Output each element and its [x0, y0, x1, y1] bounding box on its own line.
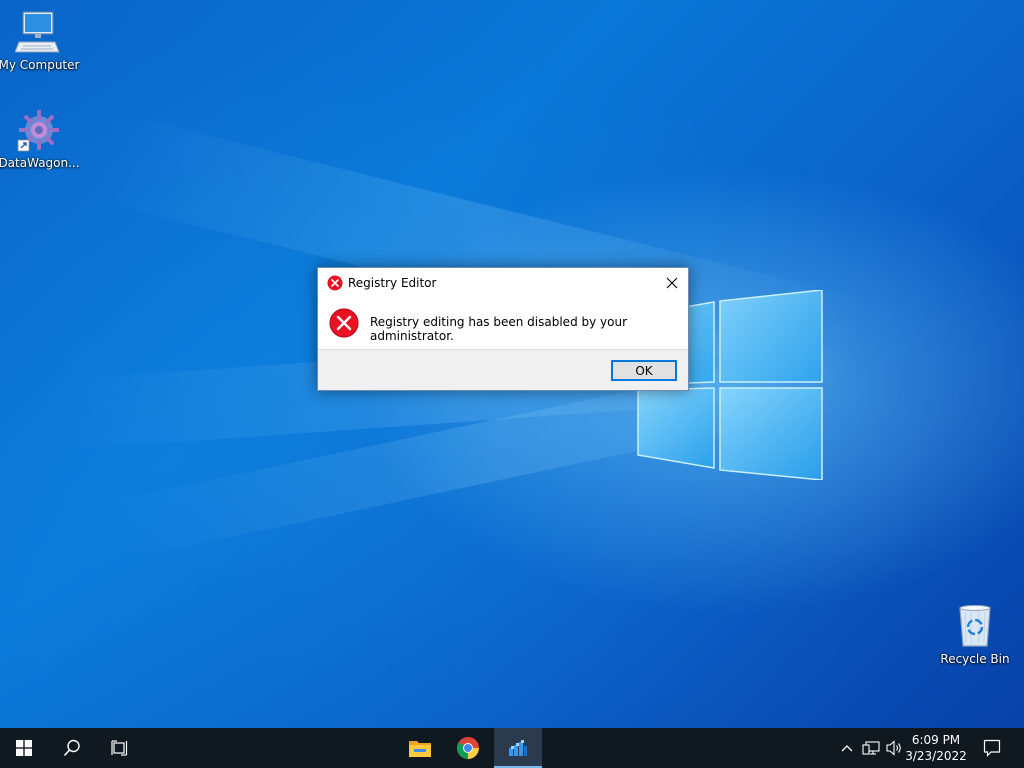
dialog-close-button[interactable] — [656, 268, 688, 298]
ok-button[interactable]: OK — [611, 360, 677, 381]
network-icon — [862, 741, 880, 755]
desktop: My Computer DataWagon... Recycle Bin Reg… — [0, 0, 1024, 768]
volume-icon — [886, 740, 901, 756]
desktop-icon-label: DataWagon... — [0, 156, 80, 170]
search-icon — [63, 739, 80, 757]
registry-editor-dialog: Registry Editor Registry editing has bee… — [317, 267, 689, 391]
datawagon-icon — [17, 110, 59, 152]
taskbar-clock[interactable]: 6:09 PM 3/23/2022 — [904, 732, 968, 764]
taskbar-registry-editor[interactable] — [494, 728, 542, 768]
taskbar: 6:09 PM 3/23/2022 — [0, 728, 1024, 768]
notifications-icon — [983, 739, 1001, 757]
dialog-title: Registry Editor — [348, 276, 437, 290]
chevron-up-icon — [841, 745, 853, 752]
computer-icon — [15, 11, 60, 53]
desktop-icon-datawagon[interactable]: DataWagon... — [0, 106, 80, 170]
clock-time: 6:09 PM — [911, 733, 961, 747]
search-button[interactable] — [48, 728, 96, 768]
start-icon — [16, 740, 32, 756]
desktop-icon-label: Recycle Bin — [940, 652, 1010, 666]
start-button[interactable] — [0, 728, 48, 768]
task-view-icon — [111, 740, 128, 756]
dialog-titlebar[interactable]: Registry Editor — [318, 268, 688, 298]
desktop-icon-my-computer[interactable]: My Computer — [0, 8, 80, 72]
clock-date: 3/23/2022 — [905, 749, 967, 763]
file-explorer-icon — [409, 741, 431, 757]
tray-show-hidden[interactable] — [836, 728, 858, 768]
taskbar-file-explorer[interactable] — [396, 728, 444, 768]
tray-network[interactable] — [860, 728, 882, 768]
dialog-footer: OK — [318, 349, 688, 390]
dialog-message: Registry editing has been disabled by yo… — [370, 315, 628, 343]
action-center-button[interactable] — [976, 728, 1008, 768]
desktop-icon-recycle-bin[interactable]: Recycle Bin — [934, 602, 1016, 666]
recycle-bin-icon — [959, 605, 991, 647]
tray-volume[interactable] — [884, 728, 906, 768]
chrome-icon — [457, 737, 479, 759]
error-icon — [329, 308, 359, 338]
registry-editor-icon — [509, 740, 527, 756]
error-icon — [327, 275, 343, 291]
taskbar-chrome[interactable] — [444, 728, 492, 768]
task-view-button[interactable] — [96, 728, 144, 768]
desktop-icon-label: My Computer — [0, 58, 80, 72]
close-icon — [666, 277, 678, 289]
